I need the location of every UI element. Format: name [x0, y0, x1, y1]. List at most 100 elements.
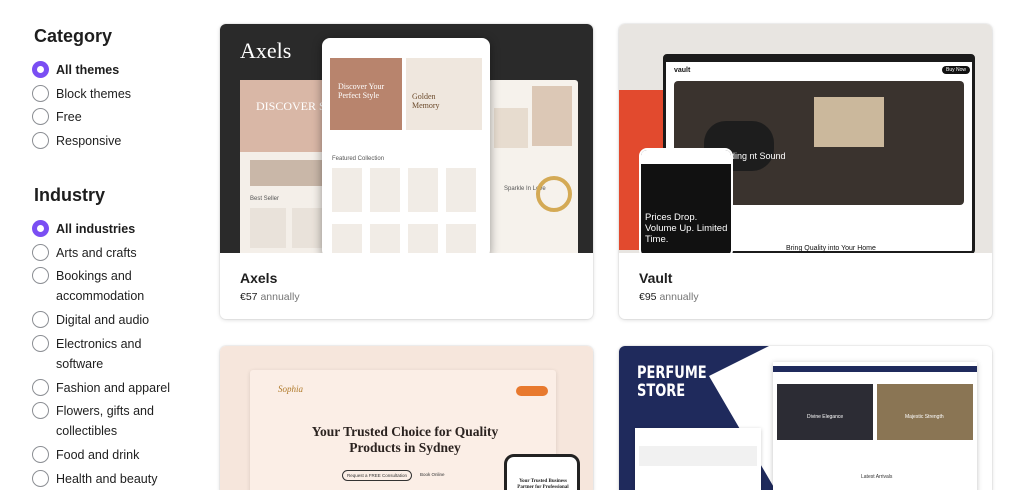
radio-icon[interactable]	[32, 334, 49, 352]
preview-banner-image: Divine Elegance	[777, 384, 873, 440]
radio-checked-icon[interactable]	[32, 61, 49, 78]
preview-consult-button: Request a FREE Consultation	[342, 470, 413, 481]
radio-icon[interactable]	[32, 267, 49, 284]
preview-section-title: Featured Collection	[332, 156, 385, 162]
filter-option-responsive[interactable]: Responsive	[32, 131, 176, 155]
preview-image	[250, 160, 330, 186]
preview-banner-2: Majestic Strength	[905, 414, 944, 420]
industry-heading: Industry	[34, 185, 106, 205]
preview-cta-button	[516, 386, 548, 396]
ring-icon	[536, 176, 572, 212]
filter-option-food[interactable]: Food and drink	[32, 445, 176, 469]
filter-option-bookings[interactable]: Bookings and accommodation	[32, 266, 176, 310]
theme-name: Vault	[639, 270, 673, 286]
radio-icon[interactable]	[32, 446, 49, 463]
preview-section: Latest Arrivals	[861, 474, 893, 480]
filter-option-arts-and-crafts[interactable]: Arts and crafts	[32, 243, 176, 267]
preview-phone: Prices Drop. Volume Up. Limited Time.	[639, 148, 733, 253]
filter-option-label: Responsive	[56, 133, 122, 148]
radio-icon[interactable]	[32, 402, 49, 419]
radio-icon[interactable]	[32, 378, 49, 396]
filter-option-block-themes[interactable]: Block themes	[32, 84, 176, 108]
price-period: annually	[260, 291, 300, 303]
industry-filter-list: All industries Arts and crafts Bookings …	[32, 219, 176, 490]
filter-sidebar: Category All themes Block themes Free Re…	[32, 0, 202, 490]
preview-top-bar	[773, 366, 977, 372]
preview-headline: Discover Your Perfect Style	[338, 82, 385, 100]
filter-option-all-industries[interactable]: All industries	[32, 219, 176, 243]
price-amount: €95	[639, 291, 657, 303]
filter-option-fashion[interactable]: Fashion and apparel	[32, 378, 176, 402]
filter-option-label: Digital and audio	[56, 313, 150, 327]
preview-image	[494, 108, 528, 148]
preview-product	[370, 224, 400, 253]
preview-hero-text: ding nt Sound	[730, 151, 786, 161]
preview-page-secondary	[635, 428, 761, 490]
filter-option-health[interactable]: Health and beauty	[32, 469, 176, 490]
filter-option-free[interactable]: Free	[32, 107, 176, 131]
theme-preview-vault[interactable]: vault Buy Now ding nt Sound Bring Qualit…	[619, 24, 992, 253]
preview-phone-text: Your Trusted Business Partner for Profes…	[517, 479, 569, 490]
filter-option-label: Flowers, gifts and collectibles	[56, 404, 154, 438]
filter-option-label: Food and drink	[56, 448, 140, 462]
preview-browser: Divine Elegance Majestic Strength Latest…	[773, 362, 977, 490]
preview-tagline: Bring Quality into Your Home	[786, 245, 876, 252]
filter-option-label: All themes	[56, 63, 120, 77]
preview-product	[408, 224, 438, 253]
preview-brand: Sophia	[278, 384, 304, 394]
radio-icon[interactable]	[32, 131, 49, 149]
preview-book-link: Book Online	[420, 472, 445, 477]
preview-phone-header	[641, 150, 731, 164]
preview-headline-2: Golden Memory	[412, 92, 440, 110]
radio-checked-icon[interactable]	[32, 220, 49, 237]
filter-option-label: Block themes	[56, 86, 132, 101]
preview-headline: Your Trusted Choice for Quality Products…	[311, 424, 499, 455]
filter-option-label: All industries	[56, 222, 136, 236]
category-heading: Category	[34, 26, 113, 46]
preview-books	[814, 97, 884, 147]
preview-brand: Axels	[240, 38, 292, 63]
theme-preview-perfume-store[interactable]: PERFUME STORE Divine Elegance Majestic S…	[619, 346, 992, 490]
price-period: annually	[659, 291, 699, 303]
filter-option-flowers[interactable]: Flowers, gifts and collectibles	[32, 401, 176, 445]
preview-product	[332, 168, 362, 212]
filter-option-label: Fashion and apparel	[56, 380, 170, 395]
preview-product	[332, 224, 362, 253]
price-amount: €57	[240, 291, 258, 303]
theme-price: €57 annually	[240, 291, 300, 303]
theme-card-sophia[interactable]: Sophia Your Trusted Choice for Quality P…	[220, 346, 593, 490]
radio-icon[interactable]	[32, 84, 49, 102]
theme-card-axels[interactable]: Axels DISCOVER S WITH ST Best Seller Spa…	[220, 24, 593, 319]
category-filter-list: All themes Block themes Free Responsive	[32, 60, 176, 154]
preview-product	[446, 224, 476, 253]
theme-preview-sophia[interactable]: Sophia Your Trusted Choice for Quality P…	[220, 346, 593, 490]
preview-product	[250, 208, 286, 248]
filter-option-label: Arts and crafts	[56, 245, 137, 260]
preview-logo: vault	[674, 67, 691, 74]
radio-icon[interactable]	[32, 243, 49, 261]
preview-best-seller: Best Seller	[250, 196, 280, 202]
preview-product	[446, 168, 476, 212]
theme-preview-axels[interactable]: Axels DISCOVER S WITH ST Best Seller Spa…	[220, 24, 593, 253]
filter-option-label: Electronics and software	[56, 336, 142, 371]
preview-page-right: Sparkle In Love	[488, 80, 578, 253]
theme-card-perfume-store[interactable]: PERFUME STORE Divine Elegance Majestic S…	[619, 346, 992, 490]
theme-card-vault[interactable]: vault Buy Now ding nt Sound Bring Qualit…	[619, 24, 992, 319]
filter-option-electronics[interactable]: Electronics and software	[32, 334, 176, 378]
radio-icon[interactable]	[32, 311, 49, 328]
preview-main-page: Discover Your Perfect Style Golden Memor…	[322, 38, 490, 253]
radio-icon[interactable]	[32, 469, 49, 487]
radio-icon[interactable]	[32, 108, 49, 125]
preview-banner-image: Majestic Strength	[877, 384, 973, 440]
filter-option-label: Bookings and accommodation	[56, 269, 145, 303]
theme-price: €95 annually	[639, 291, 699, 303]
preview-phone-text: Prices Drop. Volume Up. Limited Time.	[645, 212, 728, 245]
filter-option-digital-audio[interactable]: Digital and audio	[32, 310, 176, 334]
preview-product	[370, 168, 400, 212]
preview-product	[408, 168, 438, 212]
preview-image	[532, 86, 572, 146]
preview-brand: PERFUME STORE	[637, 363, 707, 401]
filter-option-label: Free	[56, 110, 82, 124]
filter-option-label: Health and beauty	[56, 471, 158, 486]
filter-option-all-themes[interactable]: All themes	[32, 60, 176, 84]
